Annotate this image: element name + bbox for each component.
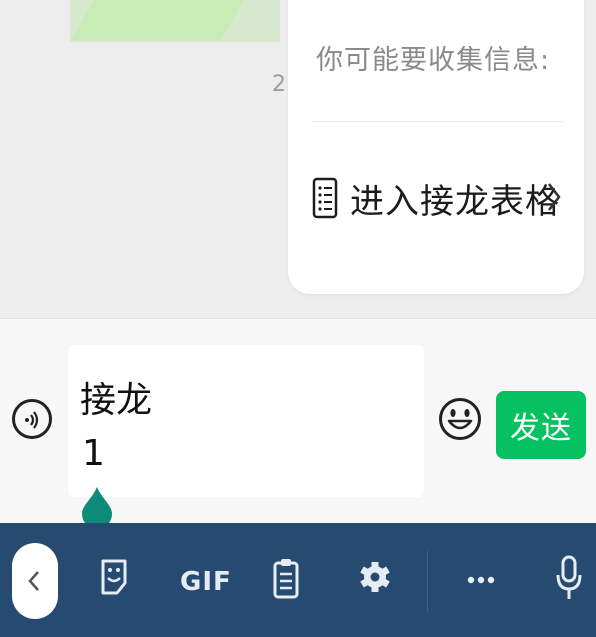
input-text-line-2: 1	[82, 433, 105, 474]
keyboard-toolbar: GIF	[0, 523, 596, 637]
sticker-icon[interactable]	[100, 557, 128, 597]
emoji-icon[interactable]	[438, 397, 482, 441]
voice-icon	[25, 411, 39, 429]
more-icon[interactable]	[466, 575, 496, 585]
chat-area: 2 你可能要收集信息: 进入接龙表格	[0, 0, 596, 318]
popup-hint-text: 你可能要收集信息:	[316, 45, 551, 76]
voice-input-button[interactable]	[12, 399, 52, 439]
enter-form-button[interactable]: 进入接龙表格	[312, 170, 572, 226]
keyboard-back-button[interactable]	[12, 543, 58, 619]
chevron-right-icon	[548, 183, 561, 211]
message-composer: 接龙 1 发送	[0, 318, 596, 529]
send-button[interactable]: 发送	[496, 391, 586, 459]
popup-divider	[312, 121, 564, 122]
chevron-left-icon	[28, 571, 39, 591]
message-text-input[interactable]: 接龙 1	[68, 345, 424, 497]
enter-form-label: 进入接龙表格	[350, 181, 560, 222]
gif-button[interactable]: GIF	[180, 567, 232, 597]
input-text-line-1: 接龙	[80, 380, 153, 421]
clipboard-icon[interactable]	[272, 557, 300, 599]
gear-icon[interactable]	[359, 557, 391, 597]
collect-info-popup: 你可能要收集信息: 进入接龙表格	[288, 0, 584, 294]
sent-message-bubble[interactable]	[70, 0, 280, 42]
message-timestamp: 2	[272, 72, 286, 97]
microphone-icon[interactable]	[555, 555, 583, 603]
toolbar-separator	[427, 551, 428, 611]
form-list-icon	[312, 177, 338, 219]
